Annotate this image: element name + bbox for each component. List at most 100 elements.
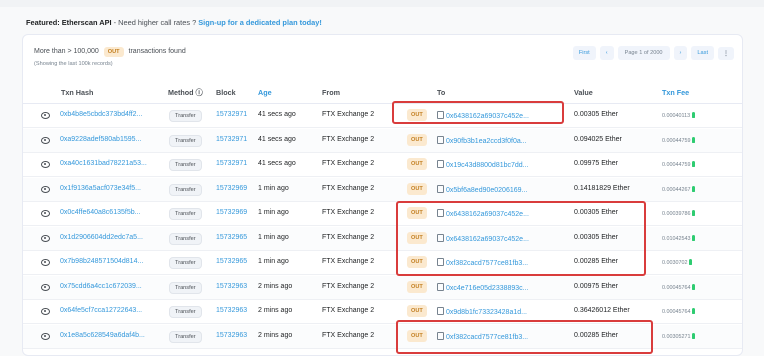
eye-icon[interactable] (41, 234, 50, 242)
method-badge: Transfer (169, 281, 202, 294)
txn-fee: 0.01042543 (662, 234, 696, 242)
txn-hash-link[interactable]: 0x64fe5cf7cca12722643... (60, 307, 142, 314)
featured-text: - Need higher call rates ? (111, 18, 199, 27)
from-address[interactable]: FTX Exchange 2 (322, 307, 374, 314)
to-address-link[interactable]: 0x5bf6a8ed90e0206169... (437, 184, 527, 194)
col-age[interactable]: Age (258, 88, 272, 97)
block-link[interactable]: 15732963 (216, 332, 247, 339)
from-address[interactable]: FTX Exchange 2 (322, 332, 374, 339)
table-row: 0xa40c1631bad78221a53... Transfer 15732971… (23, 153, 742, 177)
block-link[interactable]: 15732971 (216, 111, 247, 118)
contract-doc-icon (437, 307, 444, 315)
txn-hash-link[interactable]: 0xa40c1631bad78221a53... (60, 160, 147, 167)
block-link[interactable]: 15732965 (216, 258, 247, 265)
block-link[interactable]: 15732963 (216, 307, 247, 314)
pagination: First ‹ Page 1 of 2000 › Last ⋮ (572, 46, 734, 60)
from-address[interactable]: FTX Exchange 2 (322, 111, 374, 118)
block-link[interactable]: 15732965 (216, 234, 247, 241)
to-address: 0x19c43d8800d81bc7dd... (446, 162, 529, 169)
block-link[interactable]: 15732963 (216, 283, 247, 290)
eye-icon[interactable] (41, 308, 50, 315)
method-badge: Transfer (169, 159, 202, 171)
value-text: 0.00975 Ether (574, 282, 618, 290)
to-address-link[interactable]: 0x19c43d8800d81bc7dd... (437, 160, 529, 169)
fee-value: 0.0030702 (662, 260, 688, 266)
table-row: 0xb4b8e5cbdc373bd4ff2... Transfer 15732971… (23, 104, 742, 128)
gas-bulb-icon (692, 283, 696, 290)
block-link[interactable]: 15732971 (216, 136, 247, 143)
txn-hash-link[interactable]: 0x75cdd6a4cc1c672039... (60, 283, 142, 290)
txn-hash-link[interactable]: 0x1f9136a5acf073e34f5... (60, 185, 141, 192)
from-address[interactable]: FTX Exchange 2 (322, 160, 374, 167)
eye-icon[interactable] (41, 259, 50, 266)
fee-value: 0.00044759 (662, 162, 691, 168)
eye-icon[interactable] (41, 161, 50, 168)
fee-value: 0.00040113 (662, 113, 691, 119)
age-text: 41 secs ago (258, 135, 296, 143)
col-to: To (437, 88, 446, 97)
table-row: 0x1f9136a5acf073e34f5... Transfer 15732969… (23, 177, 742, 202)
fee-value: 0.00305271 (662, 333, 691, 340)
from-address[interactable]: FTX Exchange 2 (322, 258, 374, 265)
txn-fee: 0.00045764 (662, 283, 696, 291)
prev-page-button[interactable]: ‹ (599, 46, 614, 60)
last-page-button[interactable]: Last (691, 46, 714, 60)
method-badge: Transfer (169, 257, 202, 269)
txn-fee: 0.00045764 (662, 308, 696, 315)
to-address-link[interactable]: 0xc4e716e05d2338893c... (437, 282, 529, 292)
table-header: Txn Hash Method ⓘ Block Age From To Valu… (23, 85, 742, 104)
age-text: 1 min ago (258, 258, 289, 265)
eye-icon[interactable] (41, 136, 50, 144)
col-txn-fee[interactable]: Txn Fee (662, 88, 689, 97)
direction-badge: OUT (407, 305, 427, 317)
from-address[interactable]: FTX Exchange 2 (322, 209, 374, 216)
to-address-link[interactable]: 0x9d8b1fc73323428a1d... (437, 307, 527, 316)
gas-bulb-icon (692, 161, 696, 167)
value-text: 0.094025 Ether (574, 135, 622, 143)
next-page-button[interactable]: › (673, 46, 688, 60)
highlight-box-1 (392, 101, 564, 124)
highlight-box-3 (396, 320, 653, 354)
txn-hash-link[interactable]: 0xb4b8e5cbdc373bd4ff2... (60, 111, 142, 118)
age-text: 41 secs ago (258, 111, 296, 118)
txn-fee: 0.00040113 (662, 112, 696, 119)
signup-link[interactable]: Sign-up for a dedicated plan today! (198, 18, 322, 27)
gas-bulb-icon (692, 136, 696, 143)
txn-fee: 0.00044759 (662, 161, 696, 168)
to-address-link[interactable]: 0x90fb3b1ea2ccd3f0f0a... (437, 135, 527, 145)
eye-icon[interactable] (41, 185, 50, 193)
eye-icon[interactable] (41, 210, 50, 217)
age-text: 1 min ago (258, 209, 289, 216)
contract-doc-icon (437, 135, 444, 144)
eye-icon[interactable] (41, 112, 50, 119)
method-badge: Transfer (169, 330, 202, 343)
txn-hash-link[interactable]: 0x1e8a5c628549a6daf4b... (60, 332, 145, 339)
eye-icon[interactable] (41, 283, 50, 291)
more-options-button[interactable]: ⋮ (718, 46, 734, 60)
from-address[interactable]: FTX Exchange 2 (322, 234, 374, 241)
from-address[interactable]: FTX Exchange 2 (322, 185, 374, 192)
fee-value: 0.00044759 (662, 137, 691, 144)
txn-hash-link[interactable]: 0x0c4ffe640a8c6135f5b... (60, 209, 140, 216)
fee-value: 0.00045764 (662, 284, 691, 291)
col-block: Block (216, 88, 236, 97)
from-address[interactable]: FTX Exchange 2 (322, 136, 374, 143)
txn-hash-link[interactable]: 0x1d2906604dd2edc7a5... (60, 234, 143, 241)
block-link[interactable]: 15732971 (216, 160, 247, 167)
summary-out-badge: OUT (103, 47, 124, 57)
gas-bulb-icon (692, 234, 696, 241)
first-page-button[interactable]: First (572, 46, 596, 60)
txn-hash-link[interactable]: 0xa9228adef580ab1595... (60, 136, 141, 143)
method-badge: Transfer (169, 306, 202, 318)
eye-icon[interactable] (41, 332, 50, 340)
block-link[interactable]: 15732969 (216, 209, 247, 216)
txn-hash-link[interactable]: 0x7b98b248571504d814... (60, 258, 143, 265)
block-link[interactable]: 15732969 (216, 185, 247, 192)
fee-value: 0.00044267 (662, 186, 691, 193)
featured-banner: Featured: Etherscan API - Need higher ca… (26, 18, 322, 27)
featured-label: Featured: Etherscan API (26, 18, 112, 27)
txn-fee: 0.0030702 (662, 259, 693, 266)
from-address[interactable]: FTX Exchange 2 (322, 283, 374, 290)
summary-suffix: transactions found (128, 48, 186, 55)
direction-badge: OUT (407, 133, 427, 146)
